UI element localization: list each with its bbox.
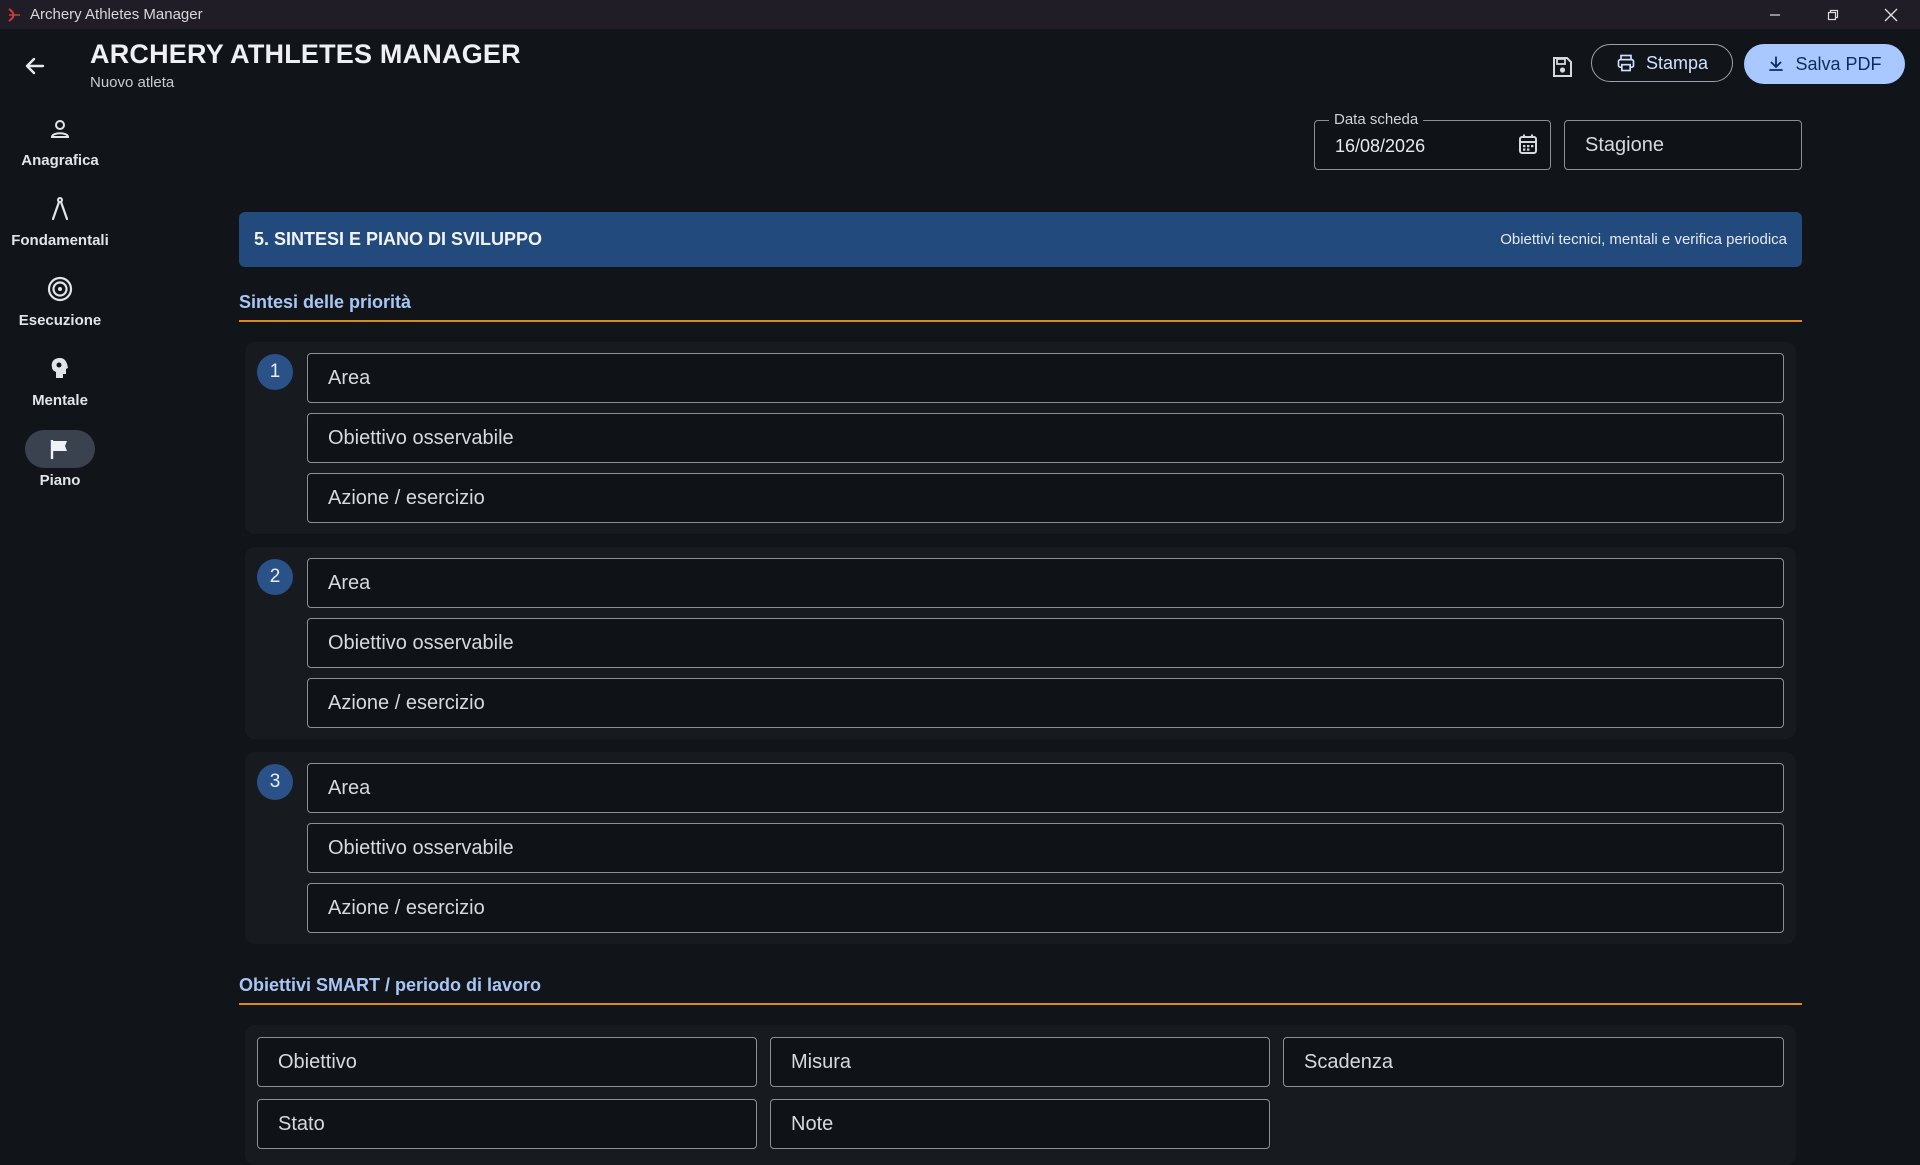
priority-number: 2 — [257, 559, 293, 595]
area-placeholder: Area — [328, 776, 371, 799]
action-field[interactable]: Azione / esercizio — [307, 678, 1784, 728]
nav-item-esecuzione[interactable]: Esecuzione — [0, 270, 120, 350]
app-subtitle: Nuovo atleta — [90, 74, 175, 91]
goal-field[interactable]: Obiettivo osservabile — [307, 823, 1784, 873]
floppy-disk-icon — [1553, 57, 1572, 77]
area-placeholder: Area — [328, 366, 371, 389]
action-field[interactable]: Azione / esercizio — [307, 473, 1784, 523]
minimize-button[interactable] — [1746, 0, 1804, 29]
priorities-heading: Sintesi delle priorità — [239, 292, 412, 312]
goal-placeholder: Obiettivo osservabile — [328, 631, 514, 654]
compass-icon — [51, 197, 69, 221]
window-titlebar: Archery Athletes Manager — [0, 0, 1920, 29]
nav-label: Anagrafica — [21, 152, 99, 169]
action-placeholder: Azione / esercizio — [328, 691, 485, 714]
nav-item-piano[interactable]: Piano — [0, 430, 120, 510]
nav-label: Mentale — [32, 392, 88, 409]
save-pdf-button[interactable]: Salva PDF — [1744, 44, 1905, 84]
nav-item-fondamentali[interactable]: Fondamentali — [0, 190, 120, 270]
save-button[interactable] — [1544, 49, 1580, 85]
nav-label: Fondamentali — [11, 232, 109, 249]
smart-heading: Obiettivi SMART / periodo di lavoro — [239, 975, 542, 995]
flag-icon — [50, 440, 67, 459]
printer-icon — [1617, 54, 1635, 72]
back-button[interactable] — [20, 51, 50, 81]
brand: ARCHERY ATHLETES MANAGER Nuovo atleta — [90, 39, 521, 91]
calendar-icon[interactable] — [1518, 133, 1538, 161]
person-icon — [50, 120, 70, 138]
goal-field[interactable]: Obiettivo osservabile — [307, 618, 1784, 668]
app-bar: ARCHERY ATHLETES MANAGER Nuovo atleta St… — [0, 29, 1920, 101]
goal-field[interactable]: Obiettivo osservabile — [307, 413, 1784, 463]
smart-card: Obiettivo Misura Scadenza Stato Note — [245, 1025, 1796, 1165]
action-placeholder: Azione / esercizio — [328, 896, 485, 919]
status-field[interactable]: Stato — [257, 1099, 757, 1149]
save-pdf-button-label: Salva PDF — [1795, 53, 1882, 74]
app-bow-icon — [6, 7, 22, 23]
season-field-placeholder: Stagione — [1585, 133, 1664, 156]
deadline-placeholder: Scadenza — [1304, 1050, 1393, 1073]
nav-label: Piano — [39, 472, 81, 489]
smart-divider — [239, 1003, 1802, 1005]
action-field[interactable]: Azione / esercizio — [307, 883, 1784, 933]
print-button[interactable]: Stampa — [1591, 44, 1733, 82]
priorities-divider — [239, 320, 1802, 322]
section-title: 5. SINTESI E PIANO DI SVILUPPO — [254, 229, 543, 249]
restore-button[interactable] — [1804, 0, 1862, 29]
app-title: ARCHERY ATHLETES MANAGER — [90, 39, 521, 69]
priority-number: 1 — [257, 354, 293, 390]
status-placeholder: Stato — [278, 1112, 325, 1135]
action-placeholder: Azione / esercizio — [328, 486, 485, 509]
notes-placeholder: Note — [791, 1112, 834, 1135]
objective-placeholder: Obiettivo — [278, 1050, 357, 1073]
area-placeholder: Area — [328, 571, 371, 594]
deadline-field[interactable]: Scadenza — [1283, 1037, 1784, 1087]
priority-number: 3 — [257, 764, 293, 800]
section-subtitle: Obiettivi tecnici, mentali e verifica pe… — [1500, 231, 1787, 248]
priority-card: 1 Area Obiettivo osservabile Azione / es… — [245, 342, 1796, 534]
measure-placeholder: Misura — [791, 1050, 852, 1073]
priority-card: 3 Area Obiettivo osservabile Azione / es… — [245, 752, 1796, 944]
goal-placeholder: Obiettivo osservabile — [328, 836, 514, 859]
nav-label: Esecuzione — [18, 312, 102, 329]
season-field[interactable]: Stagione — [1564, 120, 1802, 170]
print-button-label: Stampa — [1645, 52, 1709, 73]
area-field[interactable]: Area — [307, 353, 1784, 403]
date-field-label: Data scheda — [1329, 111, 1424, 128]
date-field[interactable]: Data scheda 16/08/2026 — [1314, 111, 1551, 170]
area-field[interactable]: Area — [307, 763, 1784, 813]
objective-field[interactable]: Obiettivo — [257, 1037, 757, 1087]
navigation-rail: Anagrafica Fondamentali Esecuzione Menta… — [0, 110, 120, 510]
window-title: Archery Athletes Manager — [30, 6, 203, 23]
notes-field[interactable]: Note — [770, 1099, 1270, 1149]
area-field[interactable]: Area — [307, 558, 1784, 608]
download-icon — [1769, 56, 1784, 71]
date-field-value: 16/08/2026 — [1335, 135, 1426, 156]
arrow-left-icon — [25, 57, 45, 75]
target-icon — [47, 276, 73, 302]
brain-icon — [51, 358, 68, 378]
goal-placeholder: Obiettivo osservabile — [328, 426, 514, 449]
section-header: 5. SINTESI E PIANO DI SVILUPPO Obiettivi… — [239, 212, 1802, 267]
priority-card: 2 Area Obiettivo osservabile Azione / es… — [245, 547, 1796, 739]
measure-field[interactable]: Misura — [770, 1037, 1270, 1087]
nav-item-mentale[interactable]: Mentale — [0, 350, 120, 430]
close-window-button[interactable] — [1862, 0, 1920, 29]
nav-item-anagrafica[interactable]: Anagrafica — [0, 110, 120, 190]
